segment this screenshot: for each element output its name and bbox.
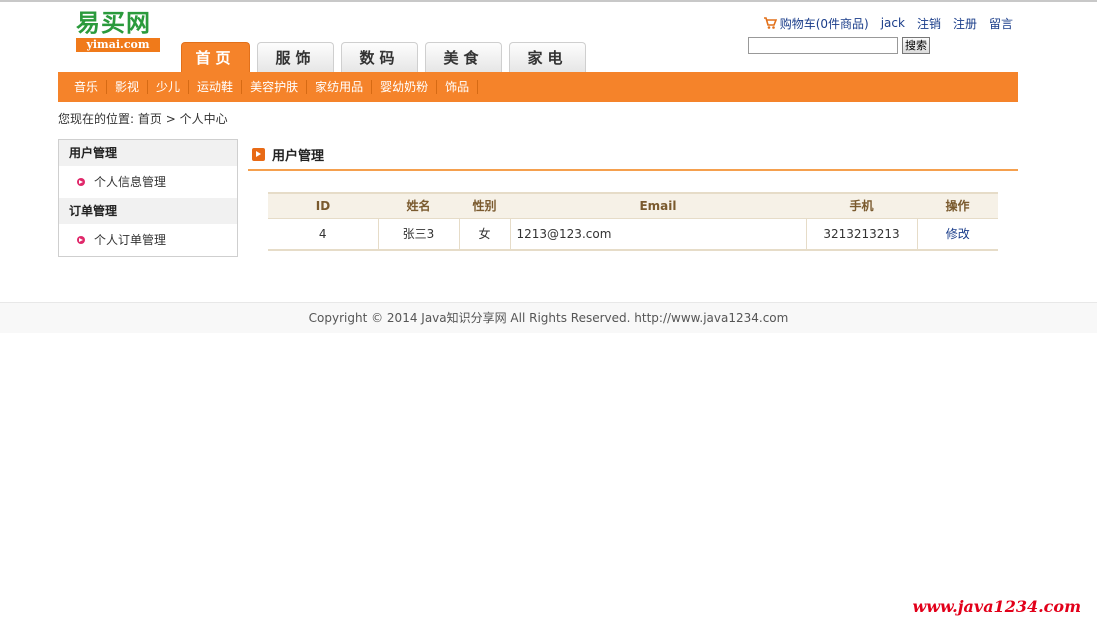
subcategory-nav: 音乐 影视 少儿 运动鞋 美容护肤 家纺用品 婴幼奶粉 饰品: [58, 72, 1018, 102]
breadcrumb-prefix: 您现在的位置:: [58, 112, 138, 126]
cart-label: 购物车(0件商品): [779, 16, 869, 31]
breadcrumb: 您现在的位置: 首页 > 个人中心: [58, 110, 228, 127]
bullet-arrow-icon: [77, 236, 85, 244]
cell-phone: 3213213213: [806, 218, 918, 251]
column-header-id: ID: [268, 192, 378, 219]
user-table: ID 姓名 性别 Email 手机 操作 4 张三3 女 1213@123.co…: [268, 192, 998, 251]
cell-email: 1213@123.com: [510, 218, 807, 251]
page-title: 用户管理: [252, 145, 324, 164]
page-title-text: 用户管理: [272, 149, 325, 164]
search-button[interactable]: 搜索: [902, 37, 930, 54]
sidebar-item-profile[interactable]: 个人信息管理: [59, 166, 237, 198]
subnav-item-beauty[interactable]: 美容护肤: [242, 80, 308, 94]
tab-digital[interactable]: 数码: [341, 42, 418, 72]
table-row: 4 张三3 女 1213@123.com 3213213213 修改: [268, 218, 998, 251]
sidebar-heading-user: 用户管理: [59, 140, 237, 166]
category-tabs: 首页 服饰 数码 美食 家电: [181, 42, 593, 72]
title-divider: [248, 169, 1018, 171]
arrow-icon: [252, 148, 265, 161]
logout-link[interactable]: 注销: [917, 15, 941, 32]
subnav-item-baby-formula[interactable]: 婴幼奶粉: [372, 80, 438, 94]
tab-appliances[interactable]: 家电: [509, 42, 586, 72]
column-header-gender: 性别: [459, 192, 510, 219]
sidebar-item-label: 个人订单管理: [94, 233, 167, 247]
search-input[interactable]: [748, 37, 898, 54]
subnav-item-home-textiles[interactable]: 家纺用品: [307, 80, 373, 94]
footer-copyright: Copyright © 2014 Java知识分享网 All Rights Re…: [0, 302, 1097, 333]
column-header-action: 操作: [917, 192, 998, 219]
column-header-email: Email: [510, 192, 806, 219]
subnav-item-music[interactable]: 音乐: [66, 80, 108, 94]
tab-food[interactable]: 美食: [425, 42, 502, 72]
logo-text-en: yimai.com: [76, 38, 160, 52]
column-header-name: 姓名: [378, 192, 459, 219]
breadcrumb-current: 个人中心: [179, 112, 228, 126]
bullet-arrow-icon: [77, 178, 85, 186]
username-link[interactable]: jack: [881, 16, 905, 30]
top-border: [0, 0, 1097, 2]
watermark: www.java1234.com: [912, 597, 1081, 616]
breadcrumb-home[interactable]: 首页: [138, 112, 162, 126]
subnav-item-accessories[interactable]: 饰品: [437, 80, 479, 94]
logo-text-cn: 易买网: [76, 8, 151, 37]
edit-link[interactable]: 修改: [946, 227, 970, 241]
column-header-phone: 手机: [806, 192, 917, 219]
tab-clothing[interactable]: 服饰: [257, 42, 334, 72]
table-header-row: ID 姓名 性别 Email 手机 操作: [268, 192, 998, 219]
cart-link[interactable]: 购物车(0件商品): [763, 15, 869, 32]
user-bar: 购物车(0件商品) jack 注销 注册 留言: [763, 14, 1013, 32]
sidebar-item-orders[interactable]: 个人订单管理: [59, 224, 237, 256]
breadcrumb-separator: >: [161, 112, 180, 126]
cell-id: 4: [268, 218, 379, 251]
subnav-item-sneakers[interactable]: 运动鞋: [189, 80, 243, 94]
cell-gender: 女: [459, 218, 511, 251]
tab-home[interactable]: 首页: [181, 42, 250, 72]
sidebar-heading-orders: 订单管理: [59, 198, 237, 224]
message-link[interactable]: 留言: [989, 15, 1013, 32]
register-link[interactable]: 注册: [953, 15, 977, 32]
cell-name: 张三3: [378, 218, 460, 251]
subnav-item-kids[interactable]: 少儿: [148, 80, 190, 94]
cart-icon: [763, 17, 777, 29]
sidebar-item-label: 个人信息管理: [94, 175, 167, 189]
subnav-item-video[interactable]: 影视: [107, 80, 149, 94]
cell-action: 修改: [917, 218, 998, 251]
sidebar: 用户管理 个人信息管理 订单管理 个人订单管理: [58, 139, 238, 257]
site-logo[interactable]: 易买网 yimai.com: [76, 9, 162, 52]
